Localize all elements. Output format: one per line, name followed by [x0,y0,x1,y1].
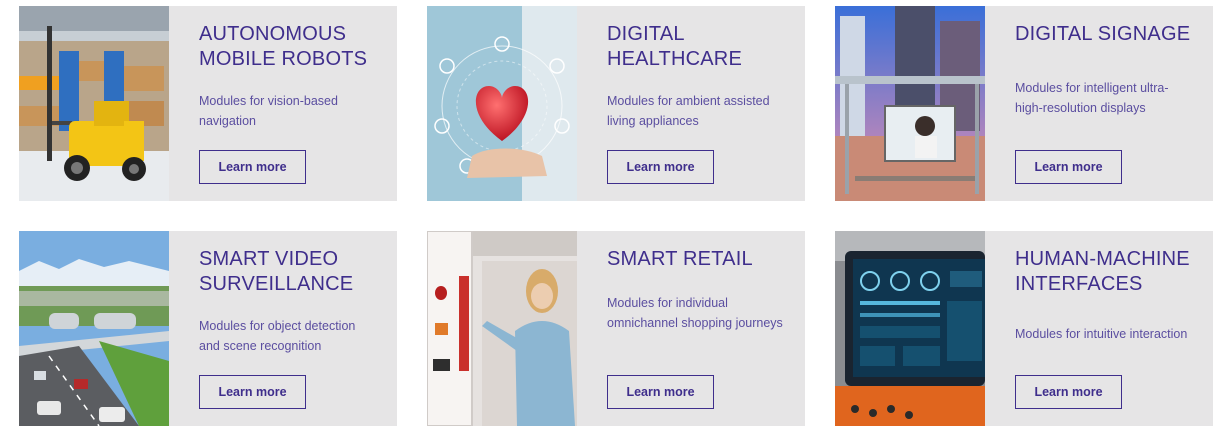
card-title: Digital Healthcare [607,23,742,70]
card-description: Modules for intelligent ultra-high-resol… [1015,81,1169,115]
card-content: Digital Healthcare Modules for ambient a… [607,6,795,201]
card-title: Smart Video Surveillance [199,248,354,295]
card-content: Digital Signage Modules for intelligent … [1015,6,1203,201]
card-human-machine-interfaces: Human-Machine Interfaces Modules for int… [835,231,1213,426]
industry-cards-grid: Autonomous Mobile Robots Modules for vis… [0,0,1215,426]
control-panel-image [835,231,985,426]
learn-more-button[interactable]: Learn more [199,150,306,184]
card-autonomous-mobile-robots: Autonomous Mobile Robots Modules for vis… [19,6,397,201]
card-content: Human-Machine Interfaces Modules for int… [1015,231,1203,426]
card-description: Modules for ambient assisted living appl… [607,94,770,128]
learn-more-button[interactable]: Learn more [1015,150,1122,184]
highway-image [19,231,169,426]
learn-more-button[interactable]: Learn more [1015,375,1122,409]
card-title: Smart Retail [607,248,753,270]
card-title: Human-Machine Interfaces [1015,248,1190,295]
card-title: Autonomous Mobile Robots [199,23,368,70]
learn-more-button[interactable]: Learn more [199,375,306,409]
card-content: Smart Video Surveillance Modules for obj… [199,231,387,426]
card-content: Smart Retail Modules for individual omni… [607,231,795,426]
card-digital-signage: Digital Signage Modules for intelligent … [835,6,1213,201]
bus-stop-billboard-image [835,6,985,201]
card-description: Modules for vision-based navigation [199,94,338,128]
card-smart-retail: Smart Retail Modules for individual omni… [427,231,805,426]
card-description: Modules for intuitive interaction [1015,327,1188,341]
card-description: Modules for object detection and scene r… [199,319,356,353]
retail-kiosk-image [427,231,577,426]
learn-more-button[interactable]: Learn more [607,150,714,184]
card-content: Autonomous Mobile Robots Modules for vis… [199,6,387,201]
heart-health-image [427,6,577,201]
learn-more-button[interactable]: Learn more [607,375,714,409]
forklift-warehouse-image [19,6,169,201]
card-digital-healthcare: Digital Healthcare Modules for ambient a… [427,6,805,201]
card-title: Digital Signage [1015,23,1191,45]
card-smart-video-surveillance: Smart Video Surveillance Modules for obj… [19,231,397,426]
card-description: Modules for individual omnichannel shopp… [607,296,783,330]
